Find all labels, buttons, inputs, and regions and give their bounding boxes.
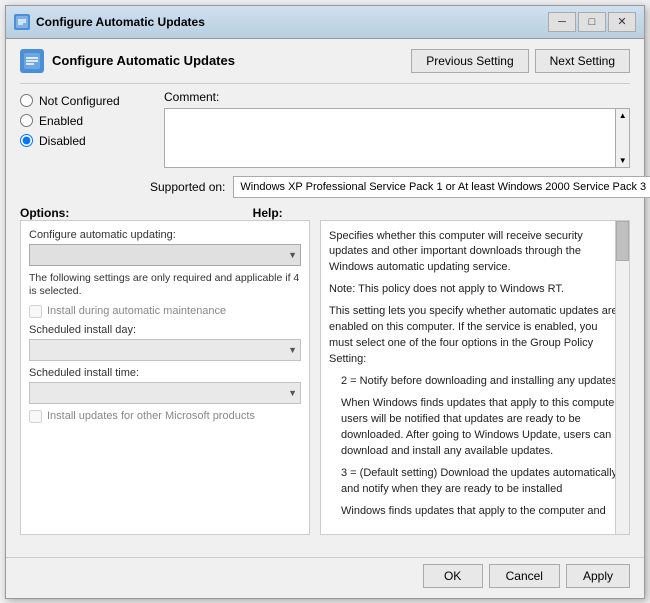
next-setting-button[interactable]: Next Setting [535,49,630,73]
help-para-1: Specifies whether this computer will rec… [329,229,621,277]
comment-textarea[interactable] [164,108,616,168]
previous-setting-button[interactable]: Previous Setting [411,49,528,73]
scheduled-day-dropdown[interactable] [29,339,301,361]
cancel-button[interactable]: Cancel [489,564,560,588]
options-panel: Configure automatic updating: ▼ The foll… [20,220,310,535]
options-note: The following settings are only required… [29,272,301,299]
comment-scroll-down-icon[interactable]: ▼ [619,156,627,165]
header-buttons: Previous Setting Next Setting [411,49,630,73]
help-section-label: Help: [253,206,283,220]
header-icon [20,49,44,73]
install-maintenance-checkbox[interactable] [29,305,42,318]
radio-not-configured[interactable]: Not Configured [20,94,150,108]
radio-input-disabled[interactable] [20,134,33,147]
header-row: Configure Automatic Updates Previous Set… [20,49,630,73]
header-divider [20,83,630,84]
radio-label-disabled: Disabled [39,134,86,148]
help-para-2: Note: This policy does not apply to Wind… [329,282,621,298]
window-icon [14,14,30,30]
radio-disabled[interactable]: Disabled [20,134,150,148]
dialog-content: Configure Automatic Updates Previous Set… [6,39,644,553]
other-products-label: Install updates for other Microsoft prod… [47,410,255,422]
help-panel: Specifies whether this computer will rec… [320,220,630,535]
bottom-section: Configure automatic updating: ▼ The foll… [20,220,630,535]
help-para-5: When Windows finds updates that apply to… [341,396,621,460]
help-para-6: 3 = (Default setting) Download the updat… [341,466,621,498]
help-text: Specifies whether this computer will rec… [329,229,621,526]
help-scrollbar-track[interactable] [615,221,629,534]
scheduled-time-dropdown-wrapper: ▼ [29,382,301,404]
maximize-button[interactable]: □ [578,12,606,32]
supported-label: Supported on: [150,180,225,194]
supported-value-text: Windows XP Professional Service Pack 1 o… [240,181,646,193]
scheduled-time-label: Scheduled install time: [29,367,301,379]
configure-label: Configure automatic updating: [29,229,301,241]
config-section: Not Configured Enabled Disabled Comment:… [20,90,630,168]
dialog-footer: OK Cancel Apply [6,557,644,598]
scheduled-day-label: Scheduled install day: [29,324,301,336]
scheduled-day-dropdown-wrapper: ▼ [29,339,301,361]
comment-area: Comment: ▲ ▼ [164,90,630,168]
title-bar: Configure Automatic Updates ─ □ ✕ [6,6,644,39]
radio-group: Not Configured Enabled Disabled [20,90,150,168]
configure-dropdown[interactable] [29,244,301,266]
window-title: Configure Automatic Updates [36,15,205,29]
help-para-7: Windows finds updates that apply to the … [341,504,621,520]
other-products-checkbox-item: Install updates for other Microsoft prod… [29,410,301,423]
help-para-4: 2 = Notify before downloading and instal… [341,374,621,390]
radio-input-enabled[interactable] [20,114,33,127]
radio-input-not-configured[interactable] [20,94,33,107]
supported-value: Windows XP Professional Service Pack 1 o… [233,176,650,198]
ok-button[interactable]: OK [423,564,483,588]
comment-label: Comment: [164,90,630,104]
radio-label-enabled: Enabled [39,114,83,128]
install-maintenance-label: Install during automatic maintenance [47,305,226,317]
title-controls: ─ □ ✕ [548,12,636,32]
main-window: Configure Automatic Updates ─ □ ✕ Config… [5,5,645,599]
radio-label-not-configured: Not Configured [39,94,120,108]
minimize-button[interactable]: ─ [548,12,576,32]
supported-row: Supported on: Windows XP Professional Se… [150,176,630,198]
help-scrollbar-thumb[interactable] [616,221,629,261]
close-button[interactable]: ✕ [608,12,636,32]
scheduled-time-dropdown[interactable] [29,382,301,404]
configure-dropdown-wrapper: ▼ [29,244,301,266]
other-products-checkbox[interactable] [29,410,42,423]
comment-scroll-up-icon[interactable]: ▲ [619,111,627,120]
install-maintenance-checkbox-item: Install during automatic maintenance [29,305,301,318]
radio-enabled[interactable]: Enabled [20,114,150,128]
apply-button[interactable]: Apply [566,564,630,588]
header-title: Configure Automatic Updates [20,49,235,73]
help-para-3: This setting lets you specify whether au… [329,304,621,368]
header-label: Configure Automatic Updates [52,53,235,68]
title-bar-left: Configure Automatic Updates [14,14,205,30]
options-section-label: Options: Help: [20,206,310,220]
